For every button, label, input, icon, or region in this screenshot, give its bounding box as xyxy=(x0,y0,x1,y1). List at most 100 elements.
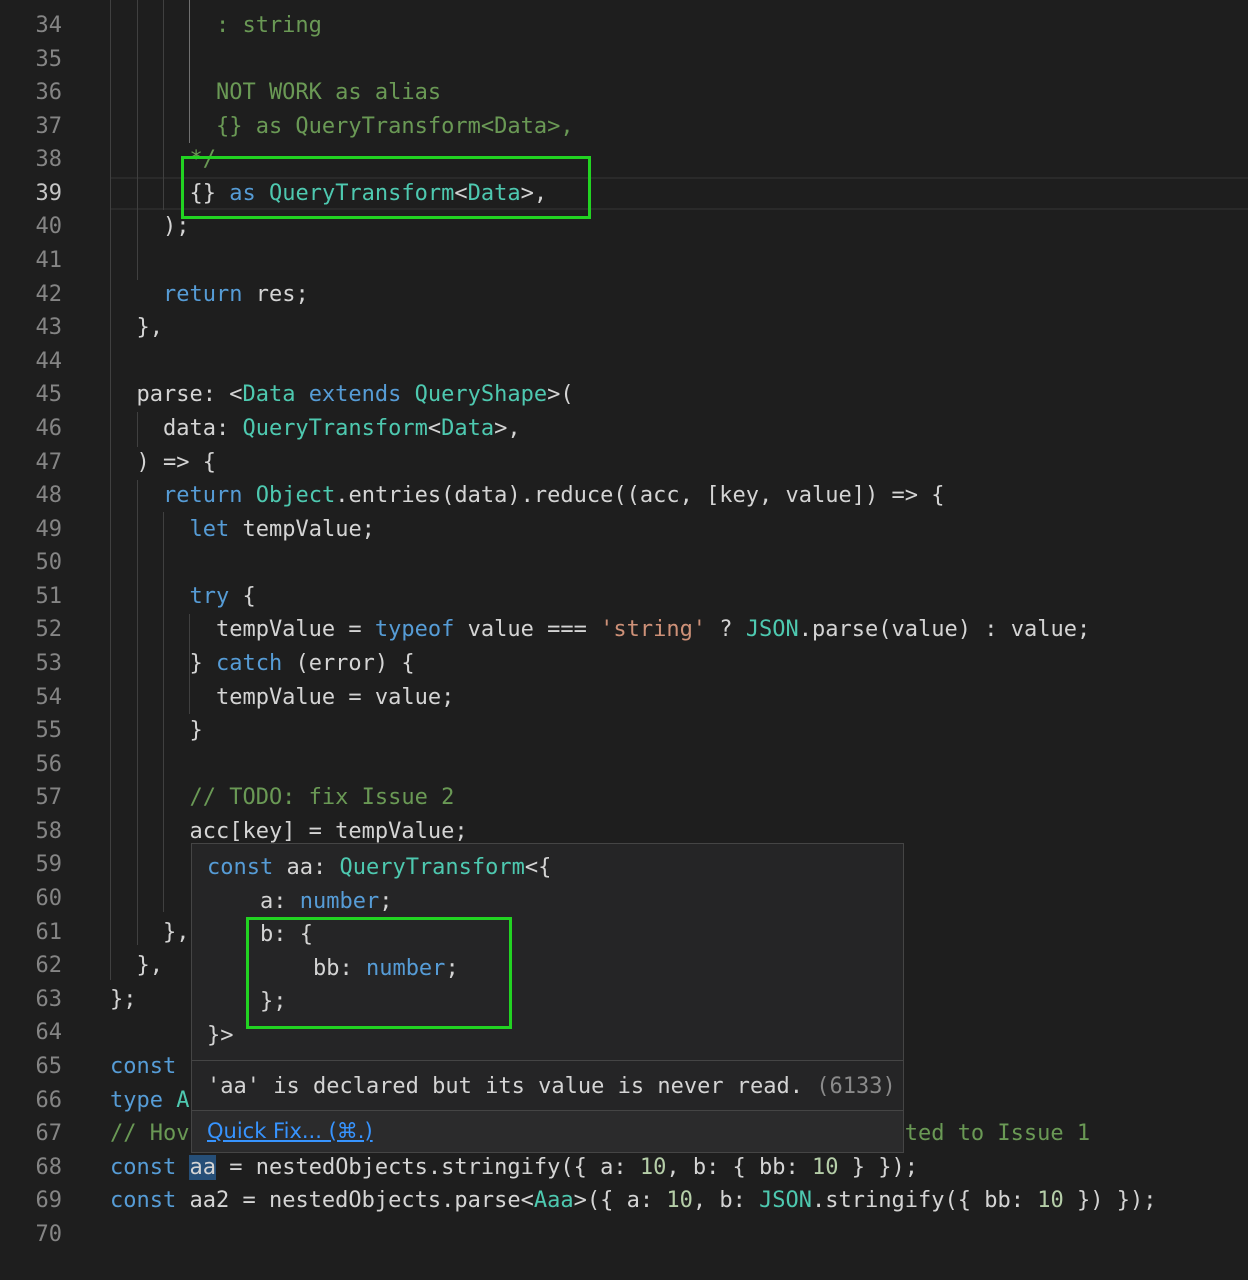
number-token: 10 xyxy=(812,1154,839,1180)
line-code: NOT WORK as alias xyxy=(110,76,441,110)
line-code: } xyxy=(110,714,203,748)
quick-fix-link[interactable]: Quick Fix... (⌘.) xyxy=(207,1119,373,1143)
line-number: 62 xyxy=(35,953,63,979)
line-number: 66 xyxy=(35,1087,63,1113)
line-number: 52 xyxy=(35,617,63,643)
code-line[interactable]: 43 }, xyxy=(0,311,1248,345)
code-line[interactable]: 47 ) => { xyxy=(0,446,1248,480)
code-token: >, xyxy=(520,180,548,206)
line-code: const aa = nestedObjects.stringify({ a: … xyxy=(110,1151,918,1185)
line-number: 57 xyxy=(35,785,63,811)
code-line[interactable]: 53 } catch (error) { xyxy=(0,647,1248,681)
code-line[interactable]: 46 data: QueryTransform<Data>, xyxy=(0,412,1248,446)
line-number: 34 xyxy=(35,13,63,38)
code-token: , b: xyxy=(692,1188,760,1214)
code-token: }, xyxy=(110,919,190,945)
code-line[interactable]: 34 : string xyxy=(0,9,1248,43)
indent-guide xyxy=(137,480,138,945)
signature-line: }> xyxy=(207,1019,551,1053)
code-token: < xyxy=(454,180,468,206)
comment-token: NOT WORK as alias xyxy=(110,80,442,106)
line-number: 53 xyxy=(35,650,63,676)
code-token: .entries(data).reduce((acc, [key, value]… xyxy=(335,483,945,509)
line-code: let tempValue; xyxy=(110,513,374,547)
code-token: bb: xyxy=(207,955,366,981)
line-number: 54 xyxy=(35,684,63,710)
code-line[interactable]: 42 return res; xyxy=(0,278,1248,312)
keyword-token: as xyxy=(229,180,256,206)
keyword-token: typeof xyxy=(374,617,455,643)
code-line[interactable]: 35 xyxy=(0,43,1248,77)
keyword-token: type xyxy=(110,1087,163,1113)
code-line[interactable]: 68 const aa = nestedObjects.stringify({ a… xyxy=(0,1151,1248,1185)
line-code: {} as QueryTransform<Data>, xyxy=(110,110,574,144)
code-line[interactable]: 54 tempValue = value; xyxy=(0,681,1248,715)
code-line[interactable]: 50 xyxy=(0,546,1248,580)
code-token: aa2 = nestedObjects.parse< xyxy=(176,1188,534,1214)
line-code: return res; xyxy=(110,278,309,312)
code-token: } }); xyxy=(838,1154,919,1180)
code-line[interactable]: 38 */ xyxy=(0,143,1248,177)
keyword-token: extends xyxy=(308,382,402,408)
code-line[interactable]: 70 xyxy=(0,1218,1248,1252)
code-line[interactable]: 41 xyxy=(0,244,1248,278)
keyword-token: const xyxy=(207,855,274,880)
code-line[interactable]: 48 return Object.entries(data).reduce((a… xyxy=(0,479,1248,513)
line-code: parse: <Data extends QueryShape>( xyxy=(110,378,573,412)
code-line[interactable]: 56 xyxy=(0,748,1248,782)
code-token: < xyxy=(427,415,442,441)
line-number: 48 xyxy=(35,483,63,509)
code-token: value === xyxy=(454,617,601,643)
diagnostic-message: 'aa' is declared but its value is never … xyxy=(207,1073,896,1101)
code-line[interactable]: 55 } xyxy=(0,714,1248,748)
code-token: ? xyxy=(706,617,746,643)
code-line[interactable]: 49 let tempValue; xyxy=(0,513,1248,547)
code-token: .parse(value) : value; xyxy=(798,617,1091,643)
line-number: 46 xyxy=(35,415,63,441)
line-code: data: QueryTransform<Data>, xyxy=(110,412,521,446)
line-code: }, xyxy=(110,311,163,345)
line-code: try { xyxy=(110,580,255,614)
line-code: }, xyxy=(110,949,163,983)
code-line[interactable]: 39 {} as QueryTransform<Data>, xyxy=(0,176,1248,211)
comment-token: : string xyxy=(110,13,322,38)
code-line[interactable]: 44 xyxy=(0,345,1248,379)
keyword-token: number xyxy=(299,888,380,914)
line-number: 49 xyxy=(35,516,63,542)
code-line[interactable]: 40 ); xyxy=(0,210,1248,244)
line-number: 43 xyxy=(35,315,63,341)
code-token: tempValue = xyxy=(110,617,375,643)
string-token: 'string' xyxy=(600,617,707,643)
line-code: }; xyxy=(110,983,137,1017)
code-line[interactable]: 69 const aa2 = nestedObjects.parse<Aaa>({… xyxy=(0,1184,1248,1218)
signature-line: b: { xyxy=(207,918,551,952)
code-token: tempValue = value; xyxy=(110,684,455,710)
hover-tooltip: const aa: QueryTransform<{ a: number; b:… xyxy=(191,843,904,1153)
code-token: parse: < xyxy=(110,382,243,408)
code-line[interactable]: 52 tempValue = typeof value === 'string'… xyxy=(0,613,1248,647)
line-number: 41 xyxy=(35,248,63,274)
code-line[interactable]: 57 // TODO: fix Issue 2 xyxy=(0,781,1248,815)
code-line[interactable]: 37 {} as QueryTransform<Data>, xyxy=(0,110,1248,144)
indent-guide xyxy=(189,614,190,714)
indent-guide xyxy=(137,0,138,280)
code-token: >, xyxy=(494,415,521,441)
line-number: 39 xyxy=(35,180,63,206)
indent-guide xyxy=(163,0,164,210)
indent-guide-active xyxy=(189,0,190,143)
line-code: } catch (error) { xyxy=(110,647,414,681)
signature-line: }; xyxy=(207,985,551,1019)
code-token: } xyxy=(110,718,203,744)
line-number: 47 xyxy=(35,449,63,475)
code-token: }, xyxy=(110,315,163,341)
keyword-token: let xyxy=(189,516,230,542)
code-token: {} xyxy=(110,180,230,206)
code-line[interactable]: 51 try { xyxy=(0,580,1248,614)
code-line[interactable]: 36 NOT WORK as alias xyxy=(0,76,1248,110)
code-token: ; xyxy=(445,955,459,981)
code-line[interactable]: 45 parse: <Data extends QueryShape>( xyxy=(0,378,1248,412)
line-number: 44 xyxy=(35,348,63,374)
